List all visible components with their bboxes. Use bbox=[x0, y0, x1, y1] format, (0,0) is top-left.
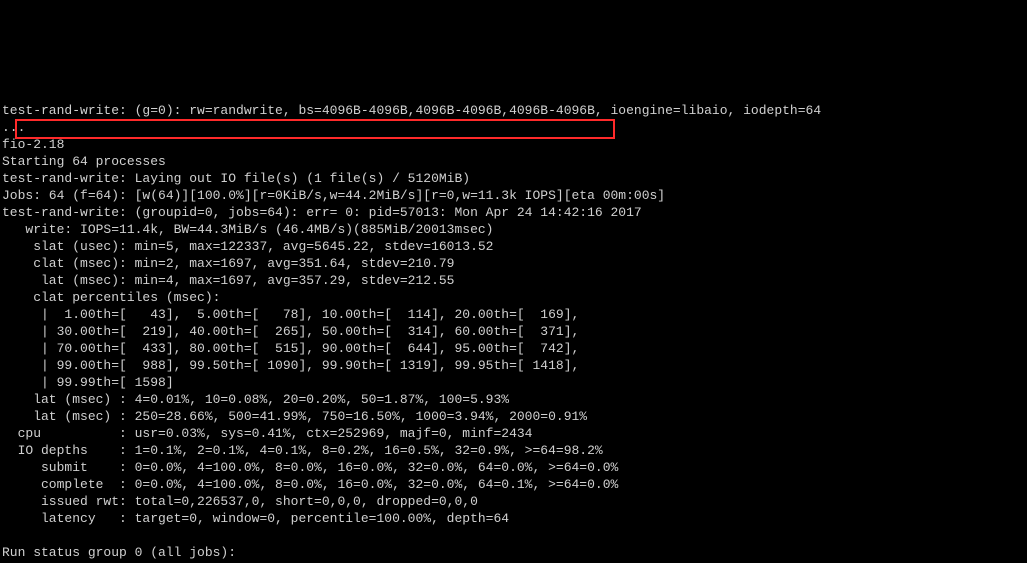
line-clat-pct-header: clat percentiles (msec): bbox=[2, 290, 220, 305]
line-write-iops-bw: write: IOPS=11.4k, BW=44.3MiB/s (46.4MB/… bbox=[2, 222, 493, 237]
line-clat-pct-row2: | 30.00th=[ 219], 40.00th=[ 265], 50.00t… bbox=[2, 324, 579, 339]
line-run-status-header: Run status group 0 (all jobs): bbox=[2, 545, 236, 560]
line-ellipsis: ... bbox=[2, 120, 25, 135]
line-lat: lat (msec): min=4, max=1697, avg=357.29,… bbox=[2, 273, 454, 288]
line-clat-pct-row4: | 99.00th=[ 988], 99.50th=[ 1090], 99.90… bbox=[2, 358, 579, 373]
line-lat-msec-dist2: lat (msec) : 250=28.66%, 500=41.99%, 750… bbox=[2, 409, 587, 424]
line-complete: complete : 0=0.0%, 4=100.0%, 8=0.0%, 16=… bbox=[2, 477, 618, 492]
line-issued-rwt: issued rwt: total=0,226537,0, short=0,0,… bbox=[2, 494, 478, 509]
line-submit: submit : 0=0.0%, 4=100.0%, 8=0.0%, 16=0.… bbox=[2, 460, 618, 475]
line-clat-pct-row1: | 1.00th=[ 43], 5.00th=[ 78], 10.00th=[ … bbox=[2, 307, 579, 322]
line-slat: slat (usec): min=5, max=122337, avg=5645… bbox=[2, 239, 493, 254]
line-cpu: cpu : usr=0.03%, sys=0.41%, ctx=252969, … bbox=[2, 426, 533, 441]
line-job-summary: test-rand-write: (groupid=0, jobs=64): e… bbox=[2, 205, 642, 220]
line-run-status-write: WRITE: bw=44.3MiB/s (46.4MB/s), 44.3MiB/… bbox=[2, 562, 860, 563]
line-jobs-progress: Jobs: 64 (f=64): [w(64)][100.0%][r=0KiB/… bbox=[2, 188, 665, 203]
line-fio-version: fio-2.18 bbox=[2, 137, 64, 152]
line-lat-msec-dist1: lat (msec) : 4=0.01%, 10=0.08%, 20=0.20%… bbox=[2, 392, 509, 407]
line-latency-target: latency : target=0, window=0, percentile… bbox=[2, 511, 509, 526]
line-laying-out: test-rand-write: Laying out IO file(s) (… bbox=[2, 171, 470, 186]
line-clat-pct-row3: | 70.00th=[ 433], 80.00th=[ 515], 90.00t… bbox=[2, 341, 579, 356]
terminal-output: test-rand-write: (g=0): rw=randwrite, bs… bbox=[0, 85, 1027, 563]
line-clat: clat (msec): min=2, max=1697, avg=351.64… bbox=[2, 256, 454, 271]
line-clat-pct-row5: | 99.99th=[ 1598] bbox=[2, 375, 174, 390]
line-job-header: test-rand-write: (g=0): rw=randwrite, bs… bbox=[2, 103, 821, 118]
line-io-depths: IO depths : 1=0.1%, 2=0.1%, 4=0.1%, 8=0.… bbox=[2, 443, 603, 458]
line-starting-procs: Starting 64 processes bbox=[2, 154, 166, 169]
